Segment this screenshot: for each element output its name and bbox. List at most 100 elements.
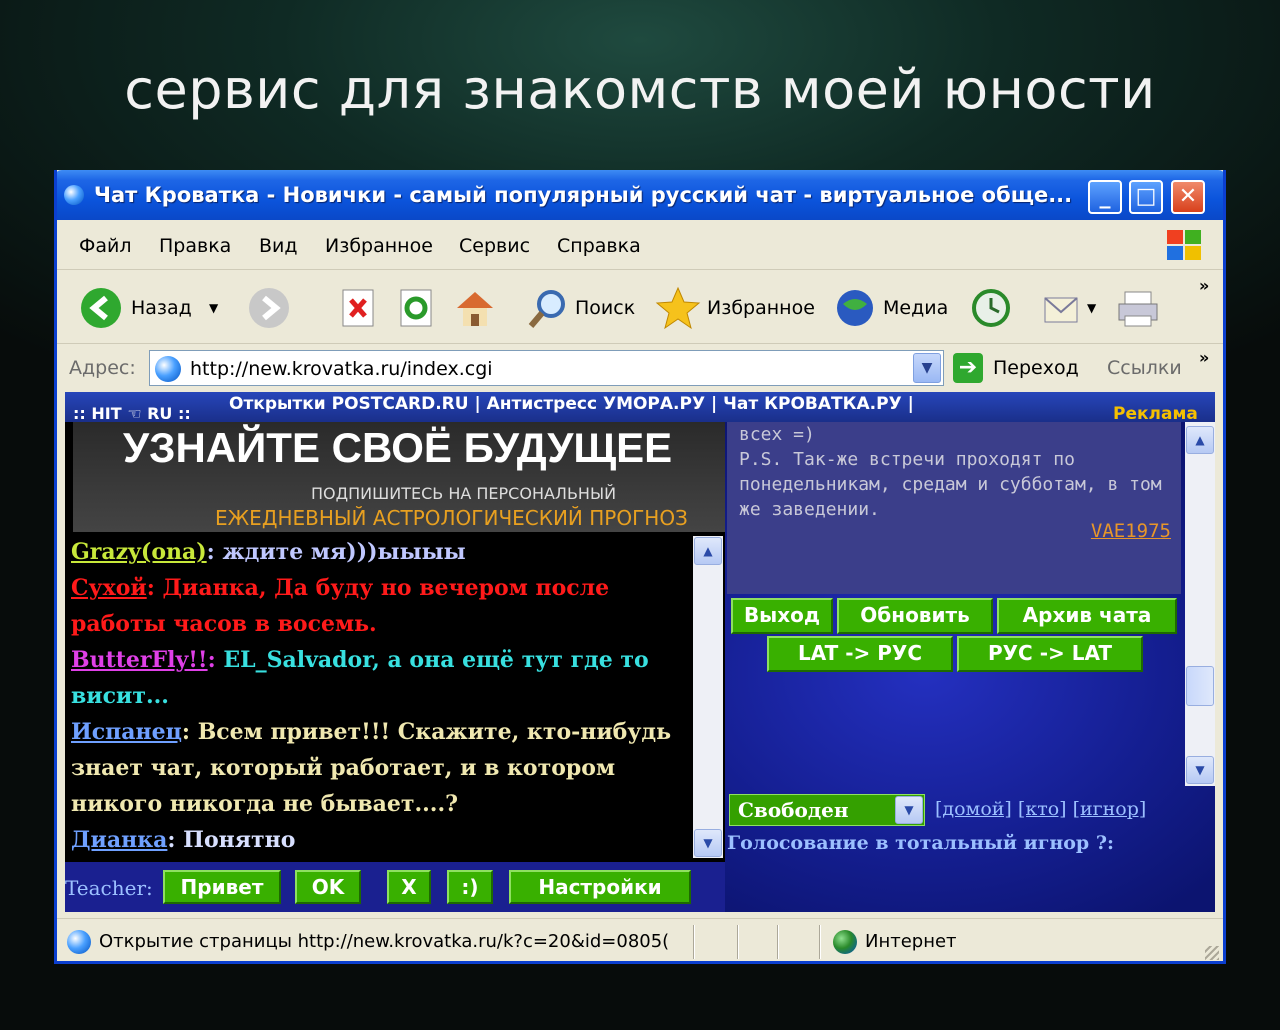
ignore-link[interactable]: [игнор] <box>1073 798 1147 820</box>
scroll-up-icon[interactable]: ▲ <box>1186 426 1214 454</box>
favorites-button[interactable]: Избранное <box>707 297 815 319</box>
menu-view[interactable]: Вид <box>259 235 298 257</box>
menu-help[interactable]: Справка <box>557 235 641 257</box>
chevron-down-icon[interactable]: ▼ <box>895 796 923 824</box>
media-icon[interactable] <box>833 286 877 330</box>
status-select[interactable]: Свободен ▼ <box>729 794 925 826</box>
menu-tools[interactable]: Сервис <box>459 235 530 257</box>
media-button[interactable]: Медиа <box>883 297 948 319</box>
favorites-star-icon[interactable] <box>655 286 701 330</box>
internet-zone-icon <box>833 930 857 954</box>
slide-headline: сервис для знакомств моей юности <box>124 58 1156 121</box>
scroll-down-icon[interactable]: ▼ <box>1186 756 1214 784</box>
print-icon[interactable] <box>1115 286 1161 330</box>
chat-nick[interactable]: Grazy(ona) <box>71 539 207 565</box>
chat-nick[interactable]: ButterFly!! <box>71 647 208 673</box>
teacher-label: Teacher: <box>65 876 153 900</box>
ie-icon <box>64 185 84 205</box>
close-icon: ✕ <box>1178 184 1198 209</box>
vote-ignore[interactable]: Голосование в тотальный игнор ?: <box>727 832 1114 854</box>
search-icon[interactable] <box>527 286 571 330</box>
status-value: Свободен <box>738 798 849 822</box>
smile-button[interactable]: :) <box>447 870 493 904</box>
history-icon[interactable] <box>969 286 1013 330</box>
menu-edit[interactable]: Правка <box>159 235 231 257</box>
menu-favorites[interactable]: Избранное <box>325 235 433 257</box>
partner-links[interactable]: Открытки POSTCARD.RU | Антистресс УМОРА.… <box>229 394 914 414</box>
settings-button[interactable]: Настройки <box>509 870 691 904</box>
chat-message: Испанец: Всем привет!!! Скажите, кто-ниб… <box>71 719 672 817</box>
message-author[interactable]: VAE1975 <box>1091 520 1171 542</box>
chat-message: Сухой: Дианка, Да буду но вечером после … <box>71 575 610 637</box>
close-button[interactable]: ✕ <box>1171 180 1205 214</box>
links-button[interactable]: Ссылки <box>1107 357 1182 379</box>
status-text: Открытие страницы http://new.krovatka.ru… <box>99 931 670 952</box>
chat-nick[interactable]: Испанец <box>71 719 182 745</box>
forward-icon[interactable] <box>247 286 291 330</box>
horoscope-banner[interactable]: УЗНАЙТЕ СВОЁ БУДУЩЕЕ ПОДПИШИТЕСЬ НА ПЕРС… <box>73 422 725 532</box>
banner-subtitle: ПОДПИШИТЕСЬ НА ПЕРСОНАЛЬНЫЙ <box>311 484 617 503</box>
hit-ru-counter[interactable]: :: HIT ☜ RU :: <box>73 404 191 423</box>
back-button[interactable]: Назад <box>131 297 192 319</box>
address-url[interactable]: http://new.krovatka.ru/index.cgi <box>190 358 493 380</box>
chat-scrollbar[interactable]: ▲ ▼ <box>693 536 723 858</box>
loading-page-icon <box>67 930 91 954</box>
status-divider <box>737 925 739 959</box>
chat-message: ButterFly!!: EL_Salvador, а она ещё тут … <box>71 647 649 709</box>
address-bar: Адрес: http://new.krovatka.ru/index.cgi … <box>57 344 1223 392</box>
scroll-thumb[interactable] <box>1186 666 1214 706</box>
chat-nick[interactable]: Дианка <box>71 827 167 853</box>
go-button[interactable]: Переход <box>993 357 1079 379</box>
windows-logo-icon <box>1167 230 1203 262</box>
security-zone: Интернет <box>865 931 957 952</box>
chat-messages: Grazy(ona): ждите мя)))ыыыы Сухой: Дианк… <box>71 534 691 860</box>
x-button[interactable]: X <box>387 870 431 904</box>
mail-icon[interactable] <box>1041 286 1085 330</box>
stop-icon[interactable] <box>339 286 377 330</box>
private-pane: всех =) P.S. Так-же встречи проходят по … <box>725 422 1215 912</box>
ad-link[interactable]: Реклама <box>1113 404 1198 424</box>
mail-dropdown-icon[interactable]: ▼ <box>1087 301 1096 315</box>
toolbar: Назад ▼ Поиск Избранное Медиа ▼ » <box>57 270 1223 344</box>
search-button[interactable]: Поиск <box>575 297 635 319</box>
right-scrollbar[interactable]: ▲ ▼ <box>1185 422 1215 786</box>
minimize-button[interactable]: _ <box>1088 180 1122 214</box>
address-label: Адрес: <box>69 357 136 379</box>
links-overflow-icon[interactable]: » <box>1199 348 1209 367</box>
address-input[interactable]: http://new.krovatka.ru/index.cgi ▼ <box>149 350 944 386</box>
scroll-up-icon[interactable]: ▲ <box>694 537 722 565</box>
maximize-icon: □ <box>1135 184 1157 209</box>
user-links: [домой] [кто] [игнор] <box>935 798 1146 820</box>
maximize-button[interactable]: □ <box>1129 180 1163 214</box>
chat-message: Grazy(ona): ждите мя)))ыыыы <box>71 539 466 565</box>
chat-nick[interactable]: Сухой <box>71 575 147 601</box>
title-bar[interactable]: Чат Кроватка - Новички - самый популярны… <box>57 170 1223 220</box>
chat-archive-button[interactable]: Архив чата <box>997 598 1177 634</box>
address-dropdown-icon[interactable]: ▼ <box>913 353 941 383</box>
menu-file[interactable]: Файл <box>79 235 132 257</box>
go-arrow-icon[interactable]: ➔ <box>953 353 983 383</box>
message-box: всех =) P.S. Так-же встречи проходят по … <box>727 422 1181 594</box>
lat-to-rus-button[interactable]: LAT -> РУС <box>767 636 953 672</box>
status-divider <box>693 925 695 959</box>
who-link[interactable]: [кто] <box>1018 798 1067 820</box>
refresh-icon[interactable] <box>397 286 435 330</box>
exit-button[interactable]: Выход <box>731 598 833 634</box>
page-icon <box>155 356 181 382</box>
window-title: Чат Кроватка - Новички - самый популярны… <box>94 183 1073 207</box>
status-bar: Открытие страницы http://new.krovatka.ru… <box>57 918 1223 961</box>
resize-grip-icon[interactable] <box>1205 946 1219 960</box>
chat-message: Дианка: Понятно <box>71 827 296 853</box>
toolbar-overflow-icon[interactable]: » <box>1199 276 1209 295</box>
hello-button[interactable]: Привет <box>163 870 281 904</box>
home-link[interactable]: [домой] <box>935 798 1012 820</box>
scroll-down-icon[interactable]: ▼ <box>694 829 722 857</box>
back-icon[interactable] <box>79 286 123 330</box>
refresh-button[interactable]: Обновить <box>837 598 993 634</box>
ok-button[interactable]: OK <box>295 870 361 904</box>
chat-text: Понятно <box>183 827 296 853</box>
banner-title: УЗНАЙТЕ СВОЁ БУДУЩЕЕ <box>123 424 673 471</box>
home-icon[interactable] <box>453 286 497 330</box>
rus-to-lat-button[interactable]: РУС -> LAT <box>957 636 1143 672</box>
back-dropdown-icon[interactable]: ▼ <box>209 301 218 315</box>
